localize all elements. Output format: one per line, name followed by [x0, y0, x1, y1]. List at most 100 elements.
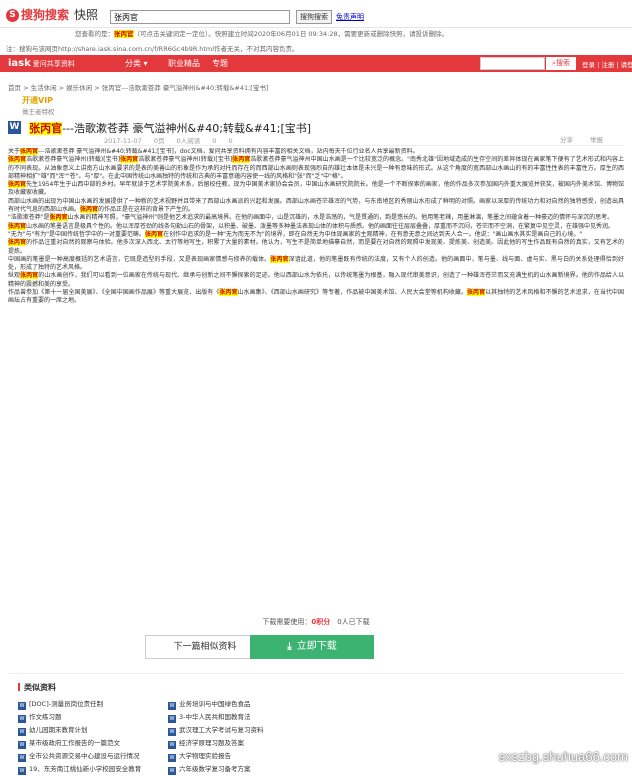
keyword-highlight: 张丙官	[219, 289, 237, 296]
doc-paragraph: 张丙官先生1954年生于山西中部的乡村。早年就读于艺术学院美术系，后留校任教，现…	[8, 181, 624, 198]
doc-score: 0	[229, 137, 233, 145]
word-doc-icon: W	[168, 754, 176, 762]
sogou-bar: S搜狗搜索快照 张丙官 搜狗搜索 免责声明	[0, 0, 632, 28]
download-button-label: 立即下载	[297, 641, 337, 652]
keyword-highlight: 张丙官	[8, 181, 26, 188]
sogou-search-input[interactable]: 张丙官	[110, 10, 290, 24]
word-doc-icon: W	[168, 767, 176, 775]
related-list-left: W[DOC]-测量员岗位责任制W作文练习题W幼儿园期末教育计划W某市级政府工作报…	[18, 698, 141, 776]
kuaizhao-label: 快照	[74, 8, 98, 22]
related-item-label: 某市级政府工作报告的一篇范文	[29, 739, 120, 747]
login-links[interactable]: 登录 | 注册 | 请登录	[582, 59, 632, 69]
related-item-label: 大学物理实验报告	[179, 752, 231, 760]
word-doc-icon: W	[18, 702, 26, 710]
related-item[interactable]: W经济学原理习题及答案	[168, 737, 264, 750]
word-doc-icon: W	[18, 715, 26, 723]
word-doc-icon: W	[18, 767, 26, 775]
related-item[interactable]: W幼儿园期末教育计划	[18, 724, 141, 737]
keyword-highlight: 张丙官	[232, 156, 250, 163]
doc-title-rest: ---浩歌漱苍莽 豪气溢神州&#40;转载&#41;[宝书]	[62, 122, 311, 135]
sogou-search-button[interactable]: 搜狗搜索	[296, 10, 332, 24]
related-item-label: 幼儿园期末教育计划	[29, 726, 88, 734]
vip-sub: 做王者特权	[22, 106, 102, 116]
doc-meta: 2017-11-07 0页 0人阅读 0 0	[104, 135, 243, 145]
related-item[interactable]: W业务培训与中国绿色食品	[168, 698, 264, 711]
related-item-label: 作文练习题	[29, 713, 62, 721]
iask-logo[interactable]: iask爱问共享资料	[8, 58, 75, 69]
doc-body: 关于张丙官---浩歌漱苍莽 豪气溢神州&#40;转载&#41;[宝书]，doc文…	[8, 148, 624, 603]
word-doc-icon: W	[168, 741, 176, 749]
iask-logo-text: iask	[8, 58, 31, 69]
related-item[interactable]: W作文练习题	[18, 711, 141, 724]
title-divider	[8, 145, 624, 146]
snapshot-note: 您查看的是：张丙官（可点击关键词定一定位）。快照建立时间2020年06月01日 …	[75, 30, 615, 39]
keyword-highlight: 张丙官	[8, 156, 26, 163]
doc-paragraph: 纵观张丙官的山水画创作，我们可以看到一位画家在传统与现代、继承与创新之间不懈探索…	[8, 272, 624, 289]
keyword-highlight: 张丙官	[467, 289, 485, 296]
doc-title-keyword: 张丙官	[29, 122, 62, 135]
snapshot-source-note: 注：搜狗与该网页http://share.iask.sina.com.cn/f/…	[6, 43, 299, 53]
download-buttons: 下一篇相似资料 ⤓ 立即下载	[0, 635, 632, 659]
doc-paragraph: 张丙官山水画的笔墨语言是极具个性的。他以浑厚苍劲的线条勾勒山石的骨架，以积墨、破…	[8, 223, 624, 231]
doc-date: 2017-11-07	[104, 137, 142, 145]
keyword-highlight: 张丙官	[20, 272, 38, 279]
related-item[interactable]: W[DOC]-测量员岗位责任制	[18, 698, 141, 711]
word-doc-icon: W	[168, 702, 176, 710]
related-item-label: 19、东芳南江桃仙新小学校园安全教育	[29, 765, 141, 773]
snapshot-note-keyword[interactable]: 张丙官	[114, 30, 134, 38]
related-item[interactable]: W某市级政府工作报告的一篇范文	[18, 737, 141, 750]
doc-paragraph: 西部山水画的出现为中国山水画的发展提供了一种新的艺术视野并且带来了西部山水画派的…	[8, 198, 624, 215]
keyword-highlight: 张丙官	[20, 148, 38, 155]
related-item[interactable]: W六年级数学复习备考方案	[168, 763, 264, 776]
breadcrumb[interactable]: 首页 > 生活休闲 > 娱乐休闲 > 张丙官---浩歌漱苍莽 豪气溢神州&#40…	[8, 82, 268, 92]
related-item-label: 六年级数学复习备考方案	[179, 765, 251, 773]
related-item-label: 业务培训与中国绿色食品	[179, 700, 251, 708]
iask-search-button[interactable]: ⌕搜索	[546, 57, 576, 70]
sogou-logo-icon: S	[6, 9, 19, 22]
disclaimer-link[interactable]: 免责声明	[336, 12, 364, 22]
word-doc-icon: W	[18, 754, 26, 762]
next-similar-button[interactable]: 下一篇相似资料	[145, 635, 265, 659]
keyword-highlight: 张丙官	[145, 231, 163, 238]
related-item-label: 武汉理工大学考试与复习资料	[179, 726, 264, 734]
watermark: sxszbg.shuhua66.com	[499, 749, 628, 764]
nav-item-category[interactable]: 分类 ▾	[125, 58, 148, 69]
sogou-logo-text: 搜狗搜索	[21, 8, 69, 22]
doc-paragraph: 张丙官浩歌漱苍莽豪气溢神州(转载)[宝书]张丙官浩歌漱苍莽豪气溢神州(转载)[宝…	[8, 156, 624, 181]
related-item[interactable]: W全市公共资源交易中心建设与运行情况	[18, 750, 141, 763]
keyword-highlight: 张丙官	[80, 206, 98, 213]
snapshot-note-pre: 您查看的是：	[75, 30, 114, 38]
report-link[interactable]: 举报	[590, 134, 603, 144]
keyword-highlight: 张丙官	[8, 239, 26, 246]
doc-paragraph: "浩歌漱苍莽"是张丙官山水画的精神写照，"豪气溢神州"则是他艺术追求的最高境界。…	[8, 214, 624, 222]
related-title: 类似资料	[18, 682, 56, 693]
related-list-right: W业务培训与中国绿色食品W3-中华人民共和国教育法W武汉理工大学考试与复习资料W…	[168, 698, 264, 776]
iask-topnav: iask爱问共享资料 分类 ▾ 职业精品 专题 ⌕搜索 登录 | 注册 | 请登…	[0, 55, 632, 72]
download-button[interactable]: ⤓ 立即下载	[250, 635, 374, 659]
download-info: 下载需要使用：0积分 0人已下载	[0, 617, 632, 627]
vip-badge: 开通VIP	[22, 95, 102, 106]
nav-item-topics[interactable]: 专题	[212, 58, 228, 69]
iask-search-input[interactable]	[480, 57, 545, 70]
keyword-highlight: 张丙官	[8, 223, 26, 230]
keyword-highlight: 张丙官	[120, 156, 138, 163]
iask-search-label: 搜索	[556, 59, 570, 67]
related-item[interactable]: W3-中华人民共和国教育法	[168, 711, 264, 724]
related-item[interactable]: W19、东芳南江桃仙新小学校园安全教育	[18, 763, 141, 776]
sogou-logo[interactable]: S搜狗搜索快照	[6, 6, 98, 23]
vip-banner[interactable]: 开通VIP 做王者特权	[22, 95, 102, 117]
download-count: 0人已下载	[337, 618, 369, 626]
iask-logo-sub: 爱问共享资料	[33, 60, 75, 68]
doc-pages: 0页	[154, 137, 165, 145]
related-item[interactable]: W大学物理实验报告	[168, 750, 264, 763]
keyword-highlight: 张丙官	[50, 214, 68, 221]
related-item[interactable]: W武汉理工大学考试与复习资料	[168, 724, 264, 737]
word-doc-icon: W	[168, 728, 176, 736]
download-icon: ⤓	[287, 635, 291, 659]
doc-downloads: 0	[212, 137, 216, 145]
related-item-label: [DOC]-测量员岗位责任制	[29, 700, 103, 708]
doc-views: 0人阅读	[177, 137, 201, 145]
share-link[interactable]: 分享	[560, 134, 573, 144]
doc-paragraph: 作品曾参加《第十一届全国美展》、《全国中国画作品展》等重大展览，出版有《张丙官山…	[8, 289, 624, 306]
nav-item-pro[interactable]: 职业精品	[168, 58, 200, 69]
